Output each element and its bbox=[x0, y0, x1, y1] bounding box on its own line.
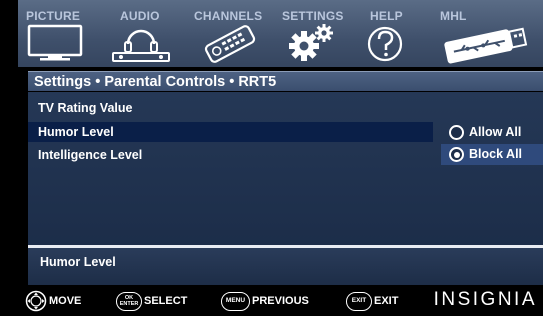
hint-label: SELECT bbox=[144, 295, 188, 307]
dpad-icon bbox=[25, 290, 47, 312]
option-group: Allow All Block All bbox=[441, 122, 543, 166]
exit-button-icon: EXIT bbox=[346, 291, 372, 311]
question-icon bbox=[367, 26, 403, 62]
tv-icon bbox=[27, 24, 83, 61]
tab-label: CHANNELS bbox=[194, 9, 263, 23]
option-label: Allow All bbox=[469, 125, 522, 139]
menu-button-icon: MENU bbox=[221, 291, 250, 311]
tab-picture[interactable]: PICTURE bbox=[26, 0, 104, 67]
menu-item-label: Intelligence Level bbox=[38, 148, 143, 162]
hint-label: PREVIOUS bbox=[252, 295, 309, 307]
tab-settings[interactable]: SETTINGS bbox=[282, 0, 360, 67]
tab-label: SETTINGS bbox=[282, 9, 344, 23]
menu-list: TV Rating Value Humor Level Intelligence… bbox=[28, 92, 543, 247]
menu-item-label: Humor Level bbox=[38, 125, 114, 139]
tab-label: HELP bbox=[370, 9, 403, 23]
tab-audio[interactable]: AUDIO bbox=[112, 0, 198, 67]
hint-previous: MENU PREVIOUS bbox=[221, 290, 309, 312]
hint-exit: EXIT EXIT bbox=[346, 290, 398, 312]
option-allow-all[interactable]: Allow All bbox=[441, 122, 543, 143]
radio-checked-icon bbox=[449, 147, 464, 162]
hint-label: EXIT bbox=[374, 295, 399, 307]
menu-item-humor-level[interactable]: Humor Level bbox=[28, 122, 433, 142]
gears-icon bbox=[289, 24, 333, 61]
breadcrumb-bar: Settings • Parental Controls • RRT5 bbox=[28, 71, 543, 91]
ok-enter-button-icon: OK ENTER bbox=[116, 291, 142, 311]
tab-label: AUDIO bbox=[120, 9, 160, 23]
help-text: Humor Level bbox=[40, 255, 116, 269]
top-menu-bar: PICTURE AUDIO CHANNELS SETTINGS HELP MHL bbox=[18, 0, 543, 67]
help-bar: Humor Level bbox=[28, 248, 543, 285]
bottom-hint-bar: MOVE OK ENTER SELECT MENU PREVIOUS EXIT … bbox=[18, 285, 543, 316]
tab-mhl[interactable]: MHL bbox=[440, 0, 528, 67]
tab-label: PICTURE bbox=[26, 9, 81, 23]
option-label: Block All bbox=[469, 147, 523, 161]
brand-logo: INSIGNIA bbox=[433, 289, 537, 310]
hint-label: MOVE bbox=[49, 295, 82, 307]
menu-item-intelligence-level[interactable]: Intelligence Level bbox=[28, 145, 433, 165]
option-block-all[interactable]: Block All bbox=[441, 144, 543, 165]
usb-stick-icon bbox=[444, 27, 528, 64]
breadcrumb: Settings • Parental Controls • RRT5 bbox=[34, 74, 277, 90]
menu-item-label: TV Rating Value bbox=[38, 101, 133, 115]
headphones-icon bbox=[112, 29, 170, 62]
hint-move: MOVE bbox=[25, 290, 81, 312]
remote-icon bbox=[204, 25, 256, 63]
radio-unchecked-icon bbox=[449, 125, 464, 140]
settings-panel: Settings • Parental Controls • RRT5 TV R… bbox=[18, 67, 543, 285]
menu-item-tv-rating-value[interactable]: TV Rating Value bbox=[28, 98, 433, 118]
tab-channels[interactable]: CHANNELS bbox=[194, 0, 272, 67]
tab-label: MHL bbox=[440, 9, 467, 23]
hint-select: OK ENTER SELECT bbox=[116, 290, 187, 312]
